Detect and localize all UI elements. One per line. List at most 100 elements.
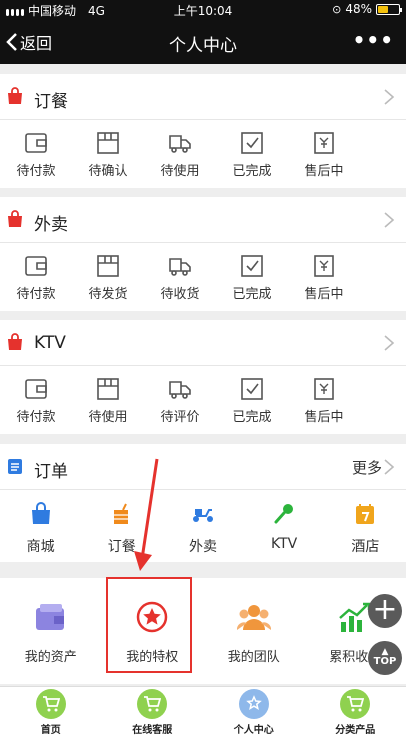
order-status-pending-payment[interactable]: 待付款 [0,243,72,311]
orders-header[interactable]: 订单 更多 [0,444,406,490]
calendar-icon [356,504,375,524]
status-label: 售后中 [304,287,344,302]
truck-icon [169,258,191,276]
refund-icon [314,132,334,154]
order-status-completed[interactable]: 已完成 [216,120,288,188]
shopping-bag-icon [8,210,22,227]
top-label: TOP [373,656,397,667]
cart-icon [137,689,168,719]
status-label: 待使用 [160,164,200,179]
wallet-icon [25,256,47,276]
tab-label: 分类产品 [335,725,376,736]
user-icon [238,689,269,719]
section-header[interactable]: KTV [0,320,406,366]
section-title: 订单 [34,462,68,482]
tab-bar: 首页 在线客服 个人中心 分类产品 [0,686,406,736]
arrow-annotation [134,458,159,571]
order-status-pending-use[interactable]: 待使用 [144,120,216,188]
wallet-icon [35,604,64,630]
more-menu-button[interactable]: ••• [353,28,394,52]
section-orders: 订单 更多 商城 订餐 外卖 KTV 酒店 [0,444,406,562]
order-status-after-sale[interactable]: 售后中 [288,243,360,311]
cart-icon [35,689,66,719]
tab-profile[interactable]: 个人中心 [203,687,305,736]
order-status-pending-review[interactable]: 待评价 [144,366,216,434]
order-status-pending-receive[interactable]: 待收货 [144,243,216,311]
order-status-pending-use[interactable]: 待使用 [72,366,144,434]
add-float-button[interactable]: + [368,594,402,628]
section-header[interactable]: 订餐 [0,74,406,120]
shopping-bag-icon [8,333,22,350]
my-assets-button[interactable]: 我的资产 [0,578,102,684]
more-orders-link[interactable]: 更多 [352,457,382,478]
order-status-after-sale[interactable]: 售后中 [288,120,360,188]
tab-label: 在线客服 [132,725,173,736]
status-label: 待付款 [16,410,56,425]
category-label: 酒店 [351,539,380,555]
category-label: KTV [271,536,298,552]
truck-icon [169,381,191,399]
order-status-pending-ship[interactable]: 待发货 [72,243,144,311]
section-title: 外卖 [34,215,68,235]
chevron-right-icon [384,335,395,351]
category-mall[interactable]: 商城 [5,490,77,562]
category-label: 外卖 [188,539,217,555]
battery-percent: 48% [345,2,372,16]
wallet-icon [25,133,47,153]
status-label: 售后中 [304,410,344,425]
order-status-pending-payment[interactable]: 待付款 [0,120,72,188]
category-label: 商城 [26,539,55,555]
chevron-right-icon [384,212,395,228]
order-status-completed[interactable]: 已完成 [216,366,288,434]
tab-label: 个人中心 [233,725,274,736]
refund-icon [314,378,334,400]
privilege-label: 我的团队 [227,650,280,665]
check-icon [241,132,263,154]
status-label: 已完成 [232,410,272,425]
order-status-after-sale[interactable]: 售后中 [288,366,360,434]
highlight-box [106,577,192,673]
section-title: KTV [34,333,66,353]
nav-bar: 返回 个人中心 ••• [0,20,406,64]
chevron-right-icon [384,459,395,475]
category-ktv[interactable]: KTV [248,490,320,562]
shopping-bag-icon [8,87,22,104]
refund-icon [314,255,334,277]
box-icon [97,378,119,400]
box-icon [97,255,119,277]
tab-label: 首页 [40,725,61,736]
category-hotel[interactable]: 酒店 [329,490,401,562]
status-label: 已完成 [232,287,272,302]
shopping-bag-icon [31,502,50,524]
category-takeout[interactable]: 外卖 [167,490,239,562]
wallet-icon [25,379,47,399]
order-status-pending-confirm[interactable]: 待确认 [72,120,144,188]
tab-home[interactable]: 首页 [0,687,102,736]
tab-categories[interactable]: 分类产品 [305,687,406,736]
order-status-pending-payment[interactable]: 待付款 [0,366,72,434]
privilege-label: 我的资产 [24,650,77,665]
scooter-icon [192,509,213,522]
check-icon [241,378,263,400]
privilege-row: 我的资产 我的特权 我的团队 累积收益 [0,578,406,684]
section-dining: 订餐 待付款 待确认 待使用 已完成 售后中 [0,74,406,188]
status-label: 售后中 [304,164,344,179]
section-title: 订餐 [34,92,68,112]
my-team-button[interactable]: 我的团队 [203,578,305,684]
section-takeout: 外卖 待付款 待发货 待收货 已完成 售后中 [0,197,406,311]
section-header[interactable]: 外卖 [0,197,406,243]
status-label: 待付款 [16,287,56,302]
status-label: 待评价 [160,410,200,425]
status-label: 待发货 [88,287,128,302]
status-label: 待收货 [160,287,200,302]
chevron-right-icon [384,89,395,105]
status-label: 待付款 [16,164,56,179]
status-label: 已完成 [232,164,272,179]
back-to-top-button[interactable]: ▲ TOP [368,641,402,675]
growth-chart-icon [339,602,371,632]
order-status-completed[interactable]: 已完成 [216,243,288,311]
box-icon [97,132,119,154]
status-label: 待确认 [88,164,128,179]
tab-support[interactable]: 在线客服 [102,687,204,736]
team-icon [236,605,271,630]
